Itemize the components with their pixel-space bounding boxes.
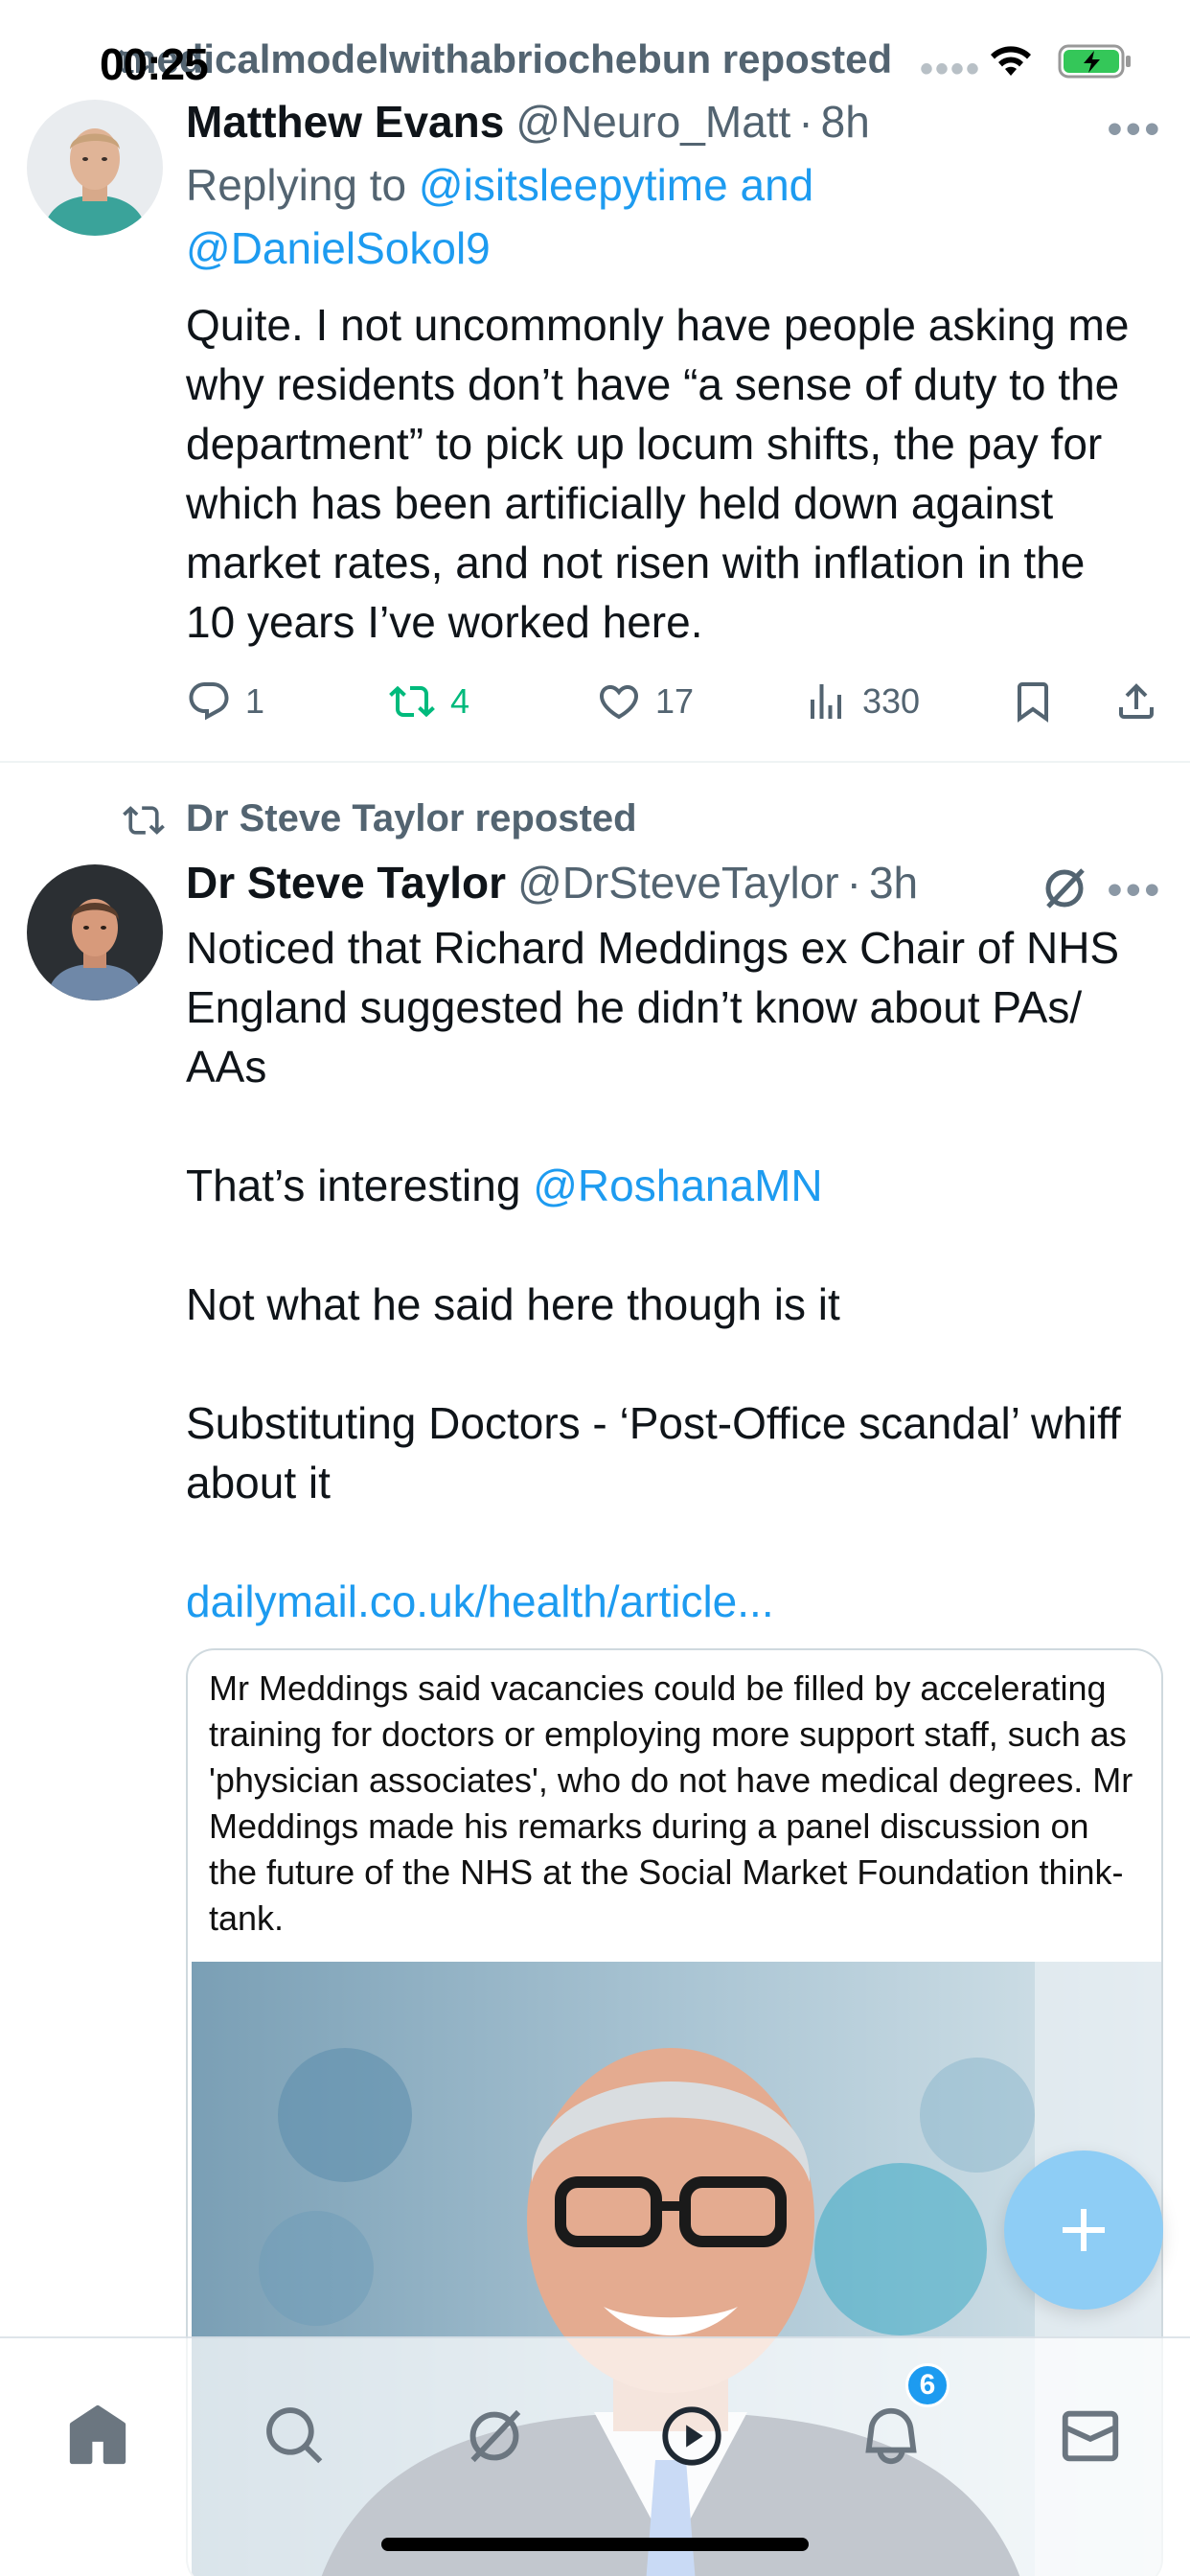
status-icons — [987, 42, 1133, 80]
wifi-icon — [991, 46, 1031, 76]
tweet-paragraph: Substituting Doctors - ‘Post-Office scan… — [186, 1398, 1121, 1507]
repost-label-icon — [123, 806, 165, 835]
like-button[interactable]: 17 — [596, 678, 803, 724]
tweet-time[interactable]: 3h — [869, 857, 918, 908]
share-button[interactable] — [1113, 678, 1159, 724]
views-count: 330 — [862, 681, 921, 721]
compose-button[interactable] — [1004, 2150, 1163, 2310]
separator-dot: · — [798, 97, 813, 147]
tweet-paragraph: Noticed that Richard Meddings ex Chair o… — [186, 923, 1120, 1092]
nav-messages[interactable] — [1052, 2398, 1129, 2474]
article-link[interactable]: dailymail.co.uk/health/article... — [186, 1572, 1163, 1631]
nav-search[interactable] — [257, 2398, 333, 2474]
repost-count: 4 — [450, 681, 470, 721]
separator-dot: · — [846, 858, 861, 908]
plus-icon — [1063, 2209, 1105, 2251]
status-faint-dots: •••• — [920, 48, 982, 90]
battery-charging-icon — [1058, 44, 1131, 79]
notification-badge: 6 — [905, 2363, 950, 2407]
top-repost-label: medicalmodelwithabriochebun reposted — [121, 36, 893, 81]
tweet-body: Noticed that Richard Meddings ex Chair o… — [186, 918, 1163, 1631]
reply-count: 1 — [245, 681, 265, 721]
avatar-dr-steve-taylor[interactable] — [27, 864, 163, 1000]
grok-nav-icon — [469, 2409, 521, 2463]
home-indicator[interactable] — [381, 2538, 809, 2551]
tweet-divider — [0, 761, 1190, 763]
replying-to: Replying to @isitsleepytime and @DanielS… — [186, 153, 1161, 280]
messages-icon — [1062, 2410, 1119, 2462]
status-time: 00:25 — [100, 39, 209, 89]
avatar-matthew-evans[interactable] — [27, 100, 163, 236]
home-icon — [69, 2404, 126, 2465]
tweet-text: That’s interesting — [186, 1161, 534, 1210]
mention-isitsleepytime[interactable]: @isitsleepytime and — [419, 160, 813, 210]
nav-video[interactable] — [653, 2398, 730, 2474]
views-icon — [811, 684, 841, 719]
nav-notifications[interactable] — [853, 2398, 929, 2474]
bookmark-button[interactable] — [1010, 678, 1113, 724]
nav-grok[interactable] — [456, 2398, 533, 2474]
repost-button[interactable]: 4 — [387, 678, 596, 724]
author-handle[interactable]: @DrSteveTaylor — [517, 857, 839, 908]
author-name[interactable]: Dr Steve Taylor — [186, 857, 506, 908]
nav-home[interactable] — [59, 2398, 136, 2474]
mention-danielsokol9[interactable]: @DanielSokol9 — [186, 223, 491, 273]
tweet-header: Matthew Evans @Neuro_Matt · 8h — [186, 96, 1161, 148]
search-icon — [266, 2407, 323, 2464]
repost-icon — [389, 685, 435, 718]
tweet-paragraph: That’s interesting @RoshanaMN — [186, 1156, 1163, 1215]
heart-icon — [599, 685, 639, 720]
views-button[interactable]: 330 — [803, 678, 1010, 724]
tweet-matthew-evans[interactable]: ••• Matthew Evans @Neuro_Matt · 8h Reply… — [0, 96, 1190, 757]
share-icon — [1119, 683, 1154, 719]
tweet-body: Quite. I not uncommonly have people aski… — [186, 300, 1130, 647]
author-handle[interactable]: @Neuro_Matt — [515, 96, 790, 148]
tweet-time[interactable]: 8h — [821, 96, 870, 148]
mention-roshanamn[interactable]: @RoshanaMN — [533, 1161, 822, 1210]
tweet-paragraph: Not what he said here though is it — [186, 1279, 840, 1329]
like-count: 17 — [655, 681, 695, 721]
reply-icon — [189, 682, 229, 721]
reply-button[interactable]: 1 — [186, 678, 387, 724]
repost-label[interactable]: Dr Steve Taylor reposted — [186, 797, 637, 840]
card-quote-text: Mr Meddings said vacancies could be fill… — [209, 1668, 1133, 1938]
tweet-actions: 1 4 17 330 — [186, 678, 1161, 724]
replying-to-prefix: Replying to — [186, 160, 407, 210]
tweet-header: Dr Steve Taylor @DrSteveTaylor · 3h — [186, 857, 1161, 908]
notifications-icon — [865, 2407, 917, 2465]
video-icon — [662, 2406, 721, 2466]
bookmark-icon — [1018, 682, 1048, 723]
author-name[interactable]: Matthew Evans — [186, 96, 504, 148]
